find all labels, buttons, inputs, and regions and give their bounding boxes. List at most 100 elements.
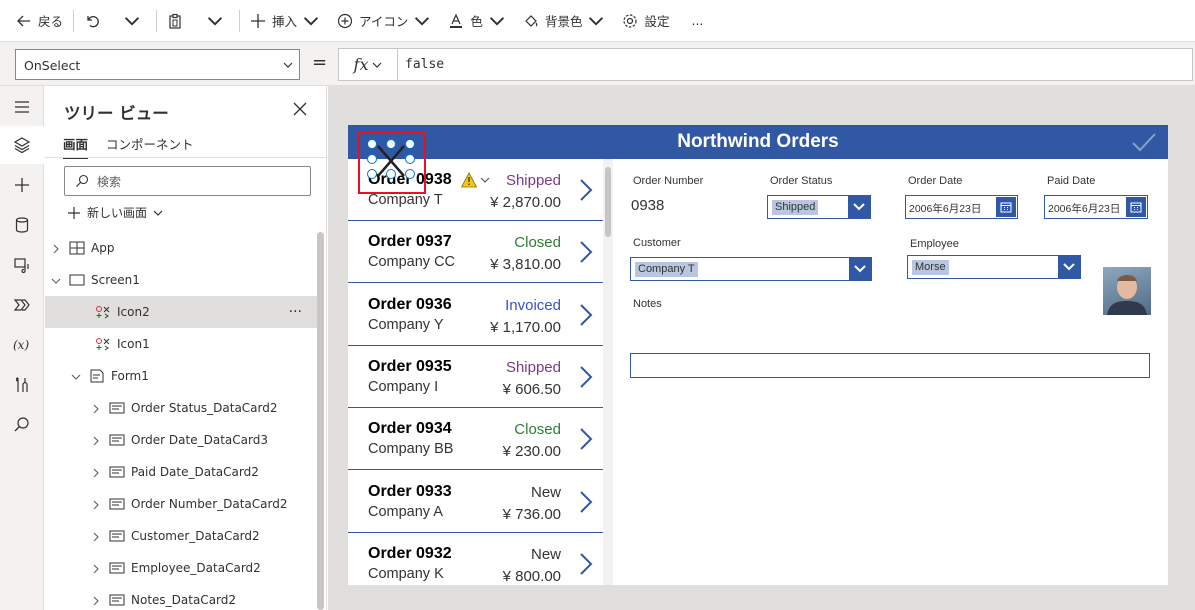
tab-components[interactable]: コンポーネント — [106, 134, 194, 159]
undo-button[interactable] — [78, 0, 112, 42]
tree-node-screen1[interactable]: Screen1 — [45, 264, 320, 296]
icon2-selection[interactable] — [358, 132, 426, 194]
back-button[interactable]: 戻る — [10, 0, 69, 42]
employee-dropdown[interactable]: Morse — [907, 255, 1081, 279]
chevron-right-icon[interactable] — [91, 467, 101, 478]
calendar-icon[interactable] — [1126, 197, 1146, 217]
hamburger-menu-button[interactable] — [0, 88, 44, 126]
property-selector[interactable]: OnSelect — [15, 49, 300, 80]
media-button[interactable] — [0, 246, 44, 284]
notes-input[interactable] — [630, 353, 1150, 378]
advanced-tools-button[interactable] — [0, 366, 44, 404]
chevron-right-icon[interactable] — [91, 563, 101, 574]
chevron-right-icon[interactable] — [579, 552, 593, 576]
chevron-down-icon — [853, 203, 865, 211]
resize-handle[interactable] — [367, 139, 377, 149]
paid-date-picker[interactable]: 2006年6月23日 — [1044, 195, 1148, 219]
fx-button[interactable]: fx — [339, 49, 398, 80]
order-date-picker[interactable]: 2006年6月23日 — [905, 195, 1018, 219]
tree-node-order-date-datacard3[interactable]: Order Date_DataCard3 — [45, 424, 320, 456]
gallery-scrollbar[interactable] — [605, 167, 611, 237]
resize-handle[interactable] — [405, 154, 415, 164]
paste-dropdown[interactable] — [195, 0, 235, 42]
color-button[interactable]: 色 — [442, 0, 517, 42]
resize-handle[interactable] — [405, 169, 415, 179]
icon-menu-button[interactable]: アイコン — [331, 0, 442, 42]
tree-node-customer-datacard2[interactable]: Customer_DataCard2 — [45, 520, 320, 552]
chevron-down-icon[interactable] — [71, 371, 81, 381]
chevron-right-icon[interactable] — [579, 303, 593, 327]
paid-date-value: 2006年6月23日 — [1048, 203, 1121, 215]
search-input[interactable]: 検索 — [64, 166, 311, 196]
paste-button[interactable] — [161, 0, 195, 42]
resize-handle[interactable] — [367, 154, 377, 164]
background-color-button[interactable]: 背景色 — [517, 0, 617, 42]
chevron-right-icon[interactable] — [91, 595, 101, 606]
gallery-row[interactable]: Order 0936 Company Y Invoiced ¥ 1,170.00 — [348, 283, 603, 346]
search-pane-button[interactable] — [0, 406, 44, 444]
chevron-down-icon[interactable] — [51, 275, 61, 285]
dropdown-button[interactable] — [1058, 256, 1080, 278]
chevron-right-icon[interactable] — [579, 365, 593, 389]
undo-dropdown[interactable] — [112, 0, 152, 42]
warning-icon[interactable] — [460, 172, 491, 191]
tree-scrollbar[interactable] — [317, 232, 324, 610]
arrow-left-icon — [17, 15, 30, 26]
chevron-right-icon[interactable] — [579, 427, 593, 451]
tree-node-icon2[interactable]: Icon2 ··· — [45, 296, 320, 328]
app-screen: Northwind Orders Order 0938 Company T Ship… — [348, 125, 1168, 585]
resize-handle[interactable] — [367, 169, 377, 179]
dropdown-button[interactable] — [849, 258, 871, 280]
variables-button[interactable]: (x) — [0, 326, 44, 364]
power-automate-button[interactable] — [0, 286, 44, 324]
gallery-row[interactable]: Order 0937 Company CC Closed ¥ 3,810.00 — [348, 221, 603, 284]
close-icon[interactable] — [293, 102, 307, 116]
chevron-right-icon[interactable] — [91, 499, 101, 510]
gallery-row[interactable]: Order 0932 Company K New ¥ 800.00 — [348, 532, 603, 585]
more-commands-button[interactable]: ... — [685, 0, 709, 42]
tree-node-form1[interactable]: Form1 — [45, 360, 320, 392]
chevron-right-icon[interactable] — [91, 531, 101, 542]
order-amount: ¥ 800.00 — [502, 567, 561, 585]
tab-screens[interactable]: 画面 — [63, 134, 89, 159]
chevron-right-icon[interactable] — [579, 240, 593, 264]
gallery-row[interactable]: Order 0935 Company I Shipped ¥ 606.50 — [348, 345, 603, 408]
more-options-button[interactable]: ··· — [289, 304, 302, 320]
resize-handle[interactable] — [386, 139, 396, 149]
tree-node-label: Form1 — [111, 369, 149, 383]
chevron-right-icon[interactable] — [91, 403, 101, 414]
tree-node-order-status-datacard2[interactable]: Order Status_DataCard2 — [45, 392, 320, 424]
chevron-right-icon[interactable] — [51, 243, 61, 254]
new-screen-button[interactable]: 新しい画面 — [67, 204, 163, 221]
insert-pane-button[interactable] — [0, 166, 44, 204]
chevron-right-icon[interactable] — [579, 178, 593, 202]
tree-node-employee-datacard2[interactable]: Employee_DataCard2 — [45, 552, 320, 584]
order-amount: ¥ 606.50 — [502, 380, 561, 398]
order-amount: ¥ 230.00 — [502, 443, 561, 461]
tree-node-order-number-datacard2[interactable]: Order Number_DataCard2 — [45, 488, 320, 520]
tree-node-icon1[interactable]: Icon1 — [45, 328, 320, 360]
chevron-right-icon[interactable] — [579, 490, 593, 514]
formula-input[interactable]: fx false — [338, 48, 1193, 81]
insert-button[interactable]: 挿入 — [244, 0, 331, 42]
customer-dropdown[interactable]: Company T — [630, 257, 872, 281]
checkmark-icon[interactable] — [1131, 132, 1157, 152]
calendar-icon[interactable] — [996, 197, 1016, 217]
settings-button[interactable]: 設定 — [616, 0, 675, 42]
gallery-row[interactable]: Order 0934 Company BB Closed ¥ 230.00 — [348, 408, 603, 471]
tree-node-app[interactable]: App — [45, 232, 320, 264]
tree-node-notes-datacard2[interactable]: Notes_DataCard2 — [45, 584, 320, 610]
tree-view-button[interactable] — [0, 126, 44, 164]
data-button[interactable] — [0, 206, 44, 244]
tree-node-paid-date-datacard2[interactable]: Paid Date_DataCard2 — [45, 456, 320, 488]
orders-gallery: Order 0938 Company T Shipped ¥ 2,870.00 Orde… — [348, 159, 603, 585]
order-form: Order Number 0938 Order Status Shipped O… — [613, 159, 1168, 585]
dropdown-button[interactable] — [848, 196, 870, 218]
resize-handle[interactable] — [386, 169, 396, 179]
gallery-row[interactable]: Order 0933 Company A New ¥ 736.00 — [348, 470, 603, 533]
resize-handle[interactable] — [405, 139, 415, 149]
order-company: Company Y — [368, 316, 444, 333]
chevron-down-icon — [589, 16, 604, 26]
chevron-right-icon[interactable] — [91, 435, 101, 446]
order-status-dropdown[interactable]: Shipped — [767, 195, 871, 219]
